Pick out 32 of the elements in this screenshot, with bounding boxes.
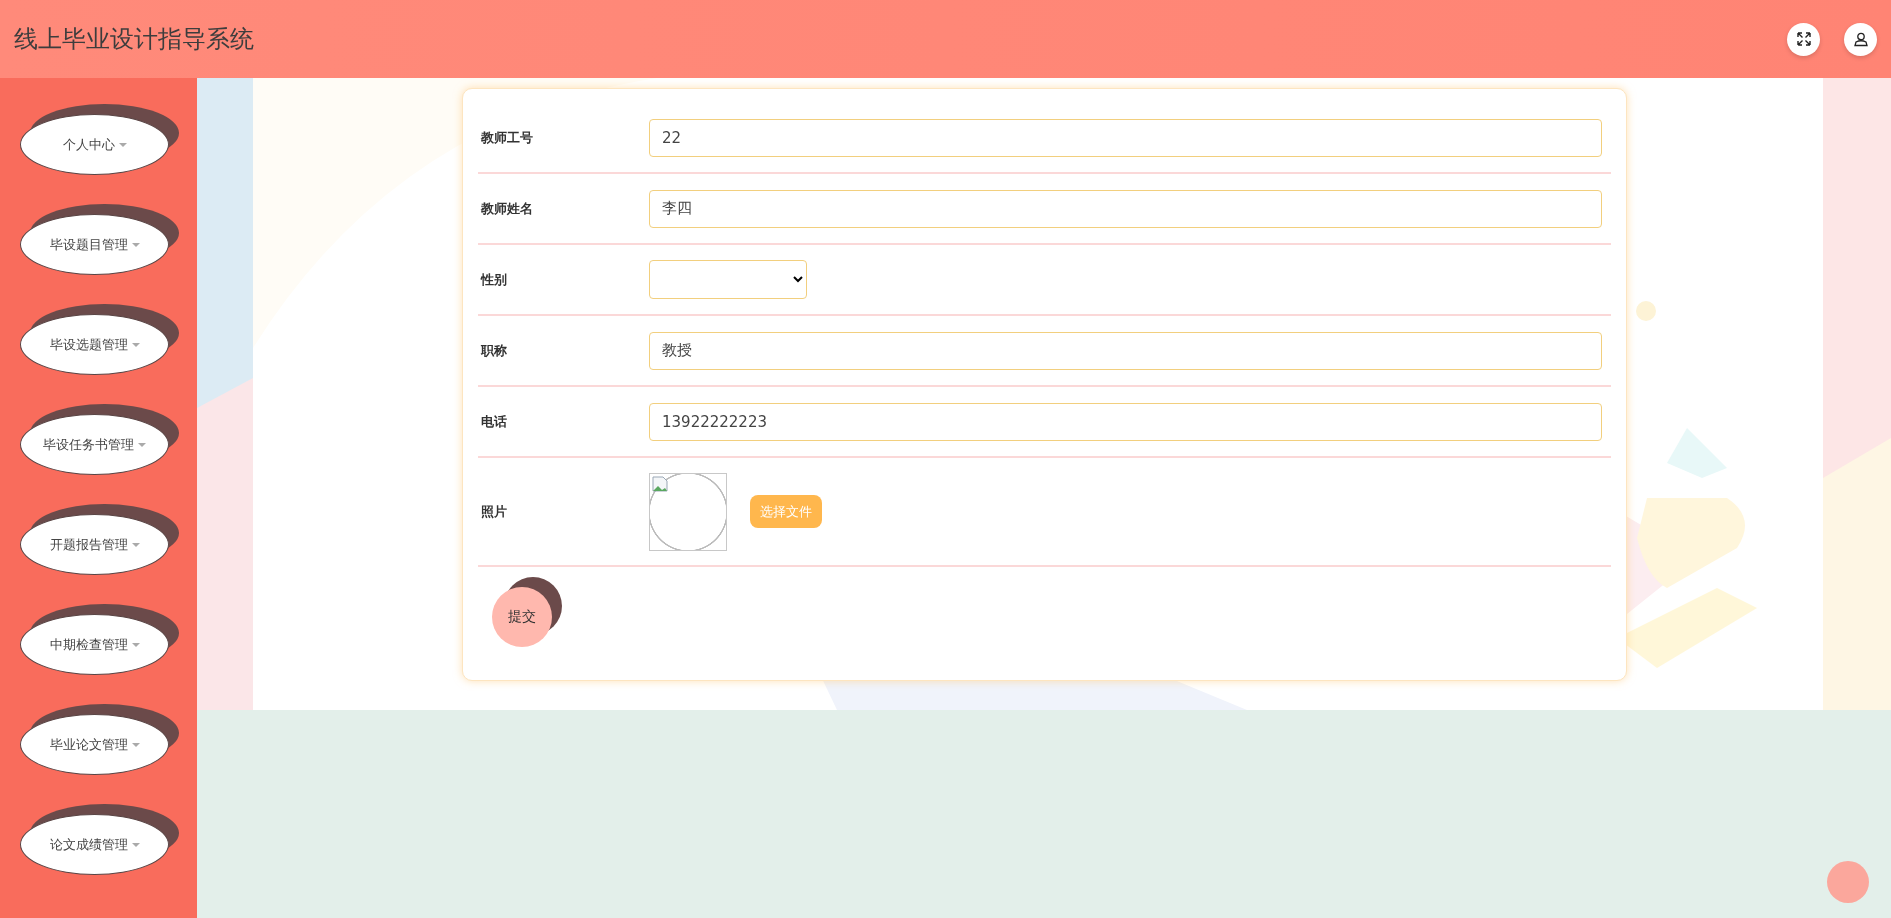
field-label: 电话 [481, 412, 508, 431]
caret-icon [131, 842, 140, 847]
caret-icon [131, 742, 140, 747]
input-field[interactable]: 教授 [649, 331, 1602, 370]
caret-icon [131, 242, 140, 247]
app-title: 线上毕业设计指导系统 [14, 24, 254, 55]
sidebar-item[interactable]: 毕设选题管理 [20, 314, 169, 375]
caret-icon [138, 442, 146, 447]
sidebar-item[interactable]: 中期检查管理 [20, 614, 169, 675]
select-field[interactable] [649, 260, 807, 299]
broken-image-icon [649, 472, 727, 551]
caret-icon [131, 342, 140, 347]
sidebar-item[interactable]: 开题报告管理 [20, 514, 169, 575]
sidebar-item[interactable]: 毕业论文管理 [20, 714, 169, 775]
sidebar-item[interactable]: 论文成绩管理 [20, 814, 169, 875]
submit-button[interactable]: 提交 [492, 587, 552, 647]
caret-icon [131, 642, 140, 647]
field-label: 照片 [481, 502, 508, 521]
input-field[interactable]: 13922222223 [649, 402, 1602, 441]
sidebar-item[interactable]: 毕设任务书管理 [20, 414, 169, 475]
user-icon[interactable] [1844, 22, 1877, 56]
field-label: 性别 [481, 270, 508, 289]
input-field[interactable]: 22 [649, 118, 1602, 157]
sidebar-item[interactable]: 毕设题目管理 [20, 214, 169, 275]
sidebar-item[interactable]: 个人中心 [20, 114, 169, 175]
input-field[interactable]: 李四 [649, 189, 1602, 228]
caret-icon [118, 142, 127, 147]
caret-icon [131, 542, 140, 547]
field-label: 教师工号 [481, 128, 534, 147]
expand-icon[interactable] [1787, 22, 1820, 56]
field-label: 教师姓名 [481, 199, 534, 218]
field-label: 职称 [481, 341, 508, 360]
